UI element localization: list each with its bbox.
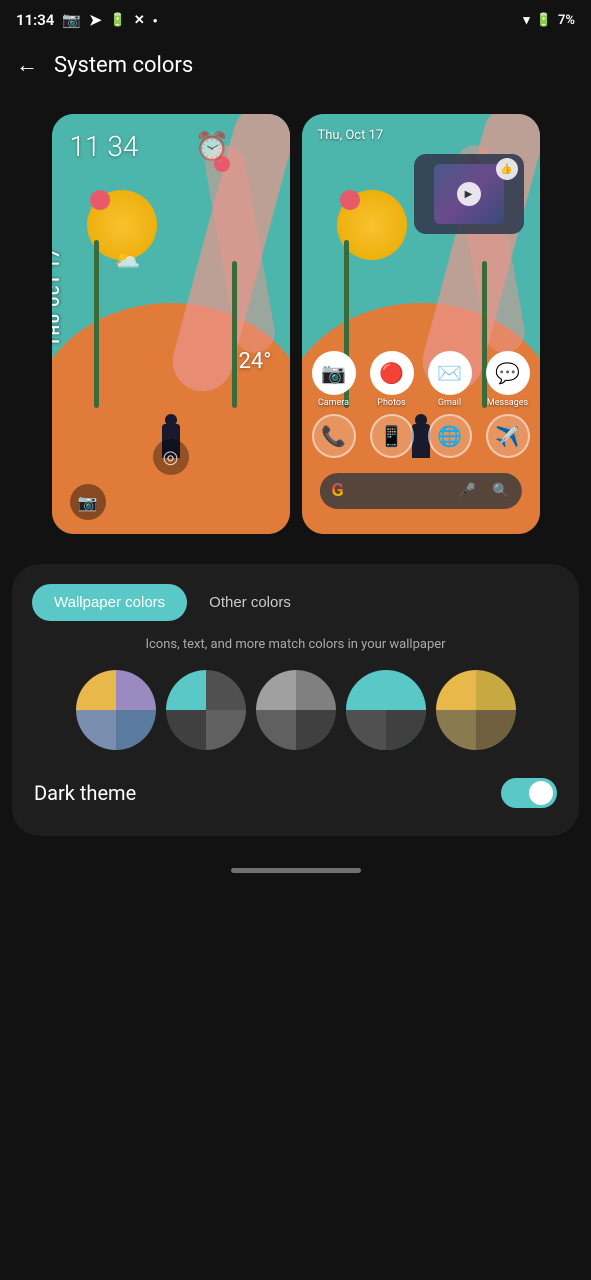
status-right: ▾ 🔋 7%: [523, 13, 575, 28]
status-bar: 11:34 📷 ➤ 🔋 ✕ ● ▾ 🔋 7%: [0, 0, 591, 40]
home-indicator: [0, 856, 591, 881]
camera-app-label: Camera: [318, 398, 349, 408]
microphone-icon: 🎤: [459, 483, 476, 499]
lock-screen-preview: ⛅ 11 34 THU OCT 17 24° ⏰ 📷 ◎: [52, 114, 290, 534]
camera-status-icon: 📷: [62, 11, 81, 29]
wallpaper-bg: ⛅ 11 34 THU OCT 17 24° ⏰ 📷 ◎: [52, 114, 290, 534]
stem1: [94, 240, 99, 408]
chrome-dock-app[interactable]: 🌐: [428, 414, 472, 458]
play-button[interactable]: ▶: [457, 182, 481, 206]
flower1: [90, 190, 110, 210]
wallpaper-colors-tab[interactable]: Wallpaper colors: [32, 584, 187, 621]
lock-temperature: 24°: [239, 349, 272, 374]
stem2: [232, 261, 237, 408]
dark-theme-label: Dark theme: [34, 781, 136, 805]
dot-icon: ●: [153, 16, 158, 25]
tab-description: Icons, text, and more match colors in yo…: [32, 637, 559, 652]
dark-theme-toggle[interactable]: [501, 778, 557, 808]
media-thumbnail: ▶: [434, 164, 504, 224]
app-icons-row1: 📷 Camera 🔴 Photos ✉️ Gmail 💬 Messages: [312, 351, 530, 408]
photos-app[interactable]: 🔴 Photos: [370, 351, 414, 408]
camera-app-icon: 📷: [312, 351, 356, 395]
telegram-status-icon: ➤: [89, 11, 102, 29]
telegram-dock-app[interactable]: ✈️: [486, 414, 530, 458]
toggle-knob: [529, 781, 553, 805]
color-swatch-4[interactable]: [346, 670, 426, 750]
dark-theme-row: Dark theme: [32, 774, 559, 812]
home-date: Thu, Oct 17: [318, 128, 384, 143]
color-swatch-1[interactable]: [76, 670, 156, 750]
messages-app-label: Messages: [487, 398, 528, 408]
telegram-dock-icon: ✈️: [486, 414, 530, 458]
home-flower1: [340, 190, 360, 210]
color-swatch-2[interactable]: [166, 670, 246, 750]
home-bar: [231, 868, 361, 873]
messages-app-icon: 💬: [486, 351, 530, 395]
lock-alarm-icon: ⏰: [195, 130, 230, 163]
photos-app-icon: 🔴: [370, 351, 414, 395]
status-left: 11:34 📷 ➤ 🔋 ✕ ●: [16, 11, 158, 29]
phone-dock-icon: 📞: [312, 414, 356, 458]
color-swatches: [32, 670, 559, 750]
battery-icon: 🔋: [536, 13, 552, 28]
search-bar[interactable]: G 🎤 🔍: [319, 473, 521, 509]
time-display: 11:34: [16, 11, 54, 29]
lock-fingerprint-icon: ◎: [153, 439, 189, 475]
lock-time: 11 34: [70, 130, 139, 163]
home-wallpaper-bg: Thu, Oct 17 ▶ 👍 📷 Camera 🔴 Photos: [302, 114, 540, 534]
media-card: ▶ 👍: [414, 154, 524, 234]
wifi-icon: ▾: [523, 13, 530, 28]
color-swatch-5[interactable]: [436, 670, 516, 750]
gmail-app[interactable]: ✉️ Gmail: [428, 351, 472, 408]
camera-app[interactable]: 📷 Camera: [312, 351, 356, 408]
color-swatch-3[interactable]: [256, 670, 336, 750]
page-title: System colors: [54, 53, 193, 78]
lock-date: THU OCT 17: [52, 248, 63, 346]
battery-percent: 7%: [558, 13, 575, 28]
battery-saver-icon: 🔋: [110, 13, 126, 28]
phone-dock-app[interactable]: 📞: [312, 414, 356, 458]
other-colors-tab[interactable]: Other colors: [187, 584, 313, 621]
cloud-icon: ⛅: [113, 248, 140, 273]
messages-app[interactable]: 💬 Messages: [486, 351, 530, 408]
like-button[interactable]: 👍: [496, 158, 518, 180]
chrome-dock-icon: 🌐: [428, 414, 472, 458]
lock-camera-icon: 📷: [70, 484, 106, 520]
tab-row: Wallpaper colors Other colors: [32, 584, 559, 621]
header: ← System colors: [0, 40, 591, 94]
bottom-card: Wallpaper colors Other colors Icons, tex…: [12, 564, 579, 836]
photos-app-label: Photos: [377, 398, 405, 408]
gmail-app-label: Gmail: [438, 398, 461, 408]
home-screen-preview: Thu, Oct 17 ▶ 👍 📷 Camera 🔴 Photos: [302, 114, 540, 534]
dock-row: 📞 📱 🌐 ✈️: [312, 414, 530, 458]
whatsapp-dock-app[interactable]: 📱: [370, 414, 414, 458]
whatsapp-dock-icon: 📱: [370, 414, 414, 458]
lens-icon: 🔍: [492, 483, 509, 499]
google-g-icon: G: [331, 480, 343, 501]
back-button[interactable]: ←: [16, 52, 38, 78]
previews-container: ⛅ 11 34 THU OCT 17 24° ⏰ 📷 ◎ Thu, Oct 17: [0, 94, 591, 564]
gmail-app-icon: ✉️: [428, 351, 472, 395]
x-icon: ✕: [134, 13, 145, 28]
